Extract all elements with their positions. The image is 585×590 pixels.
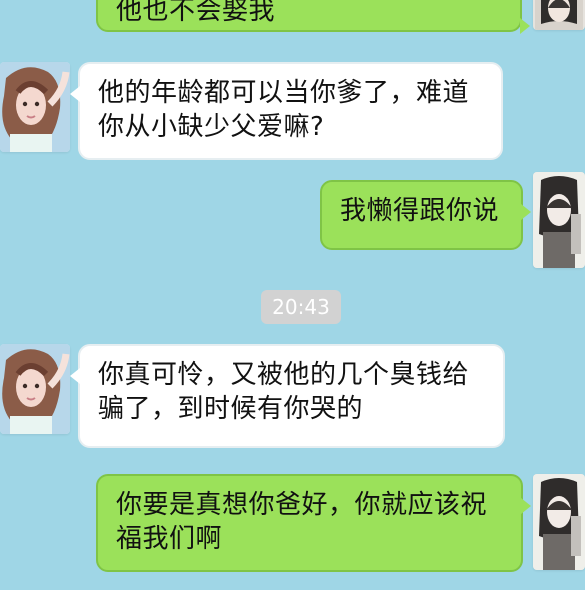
message-timestamp: 20:43 [261, 290, 341, 324]
user-avatar-icon [533, 0, 585, 30]
user-avatar-icon [533, 474, 585, 570]
message-bubble-1: 他也不会娶我 [96, 0, 530, 34]
right-user-avatar [533, 0, 585, 30]
right-user-avatar [533, 172, 585, 268]
message-bubble-2: 他的年龄都可以当你爹了，难道 你从小缺少父爱嘛? [70, 62, 503, 160]
chat-window: 他也不会娶我 他的年龄都可以当你爹了，难道 你从小缺少父爱嘛? 我懒得跟你说 2… [0, 0, 585, 590]
left-user-avatar [0, 344, 70, 434]
user-avatar-icon [0, 344, 70, 434]
user-avatar-icon [533, 172, 585, 268]
user-avatar-icon [0, 62, 70, 152]
left-user-avatar [0, 62, 70, 152]
message-bubble-3: 我懒得跟你说 [320, 180, 531, 250]
message-bubble-5: 你要是真想你爸好，你就应该祝 福我们啊 [96, 474, 531, 572]
right-user-avatar [533, 474, 585, 570]
message-bubble-4: 你真可怜，又被他的几个臭钱给 骗了，到时候有你哭的 [70, 344, 505, 448]
